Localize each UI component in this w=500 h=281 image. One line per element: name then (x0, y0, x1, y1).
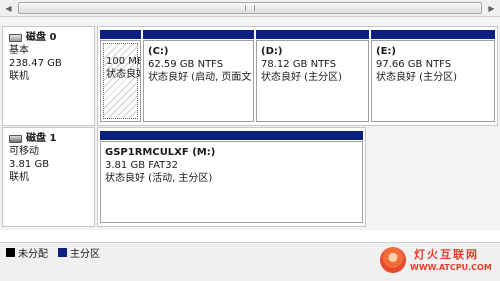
hard-disk-icon (9, 33, 22, 42)
partition-label: (C:) (148, 46, 169, 57)
horizontal-scrollbar[interactable]: ◀ ▶ (0, 0, 500, 17)
partition-band (100, 30, 141, 39)
removable-disk-icon (9, 134, 22, 143)
partition-band (100, 131, 363, 140)
partition-band (256, 30, 369, 39)
partition-size: 100 MB (106, 56, 141, 67)
disk-0-partitions: 100 MB 状态良好 (C:) 62.59 GB NTFS 状态良好 (启动,… (97, 26, 498, 126)
partition-c[interactable]: (C:) 62.59 GB NTFS 状态良好 (启动, 页面文 (143, 30, 254, 122)
unallocated-swatch (6, 248, 15, 257)
primary-partition-swatch (58, 248, 67, 257)
partition-system-reserved[interactable]: 100 MB 状态良好 (100, 30, 141, 122)
partition-label: (D:) (261, 46, 283, 57)
partition-label: GSP1RMCULXF (M:) (105, 147, 216, 158)
watermark-title: 灯火互联网 (414, 248, 479, 261)
disk-1-partitions: GSP1RMCULXF (M:) 3.81 GB FAT32 状态良好 (活动,… (97, 127, 366, 227)
legend-label: 未分配 (18, 249, 48, 260)
disk-1-info[interactable]: 磁盘 1 可移动 3.81 GB 联机 (2, 127, 95, 227)
legend-label: 主分区 (70, 249, 100, 260)
disk-map-panel: 磁盘 0 基本 238.47 GB 联机 100 MB 状态良好 (C:) (0, 17, 500, 230)
legend-item-unallocated: 未分配 (6, 245, 48, 260)
partition-selected-hatch: 100 MB 状态良好 (103, 43, 141, 119)
disk-0-name: 磁盘 0 (26, 32, 57, 43)
disk-1-name: 磁盘 1 (26, 133, 57, 144)
disk-1-size: 3.81 GB (9, 159, 50, 170)
legend-item-primary: 主分区 (58, 245, 100, 260)
partition-e[interactable]: (E:) 97.66 GB NTFS 状态良好 (主分区) (371, 30, 495, 122)
disk-0-status: 联机 (9, 71, 29, 82)
partition-status: 状态良好 (主分区) (376, 72, 457, 83)
scroll-left-icon[interactable]: ◀ (0, 1, 17, 15)
scrollbar-thumb[interactable] (18, 2, 482, 14)
partition-status: 状态良好 (主分区) (261, 72, 342, 83)
partition-size: 78.12 GB NTFS (261, 59, 337, 70)
partition-size: 62.59 GB NTFS (148, 59, 224, 70)
scrollbar-grip-icon (245, 5, 255, 11)
disk-row-0: 磁盘 0 基本 238.47 GB 联机 100 MB 状态良好 (C:) (2, 26, 498, 126)
watermark-url: WWW.ATCPU.COM (410, 263, 492, 272)
partition-m[interactable]: GSP1RMCULXF (M:) 3.81 GB FAT32 状态良好 (活动,… (100, 131, 363, 223)
watermark-logo-icon (380, 247, 406, 273)
disk-1-type: 可移动 (9, 146, 39, 157)
disk-0-size: 238.47 GB (9, 58, 62, 69)
watermark: 灯火互联网 WWW.ATCPU.COM (380, 244, 498, 278)
scroll-right-icon[interactable]: ▶ (483, 1, 500, 15)
partition-status: 状态良好 (106, 69, 140, 80)
partition-status: 状态良好 (活动, 主分区) (105, 173, 213, 184)
partition-status: 状态良好 (启动, 页面文 (148, 72, 252, 83)
disk-0-info[interactable]: 磁盘 0 基本 238.47 GB 联机 (2, 26, 95, 126)
disk-row-1: 磁盘 1 可移动 3.81 GB 联机 GSP1RMCULXF (M:) 3.8… (2, 127, 366, 227)
partition-label: (E:) (376, 46, 396, 57)
partition-band (143, 30, 254, 39)
partition-size: 97.66 GB NTFS (376, 59, 452, 70)
disk-0-type: 基本 (9, 45, 29, 56)
disk-1-status: 联机 (9, 172, 29, 183)
partition-band (371, 30, 495, 39)
partition-d[interactable]: (D:) 78.12 GB NTFS 状态良好 (主分区) (256, 30, 369, 122)
partition-size: 3.81 GB FAT32 (105, 160, 178, 171)
